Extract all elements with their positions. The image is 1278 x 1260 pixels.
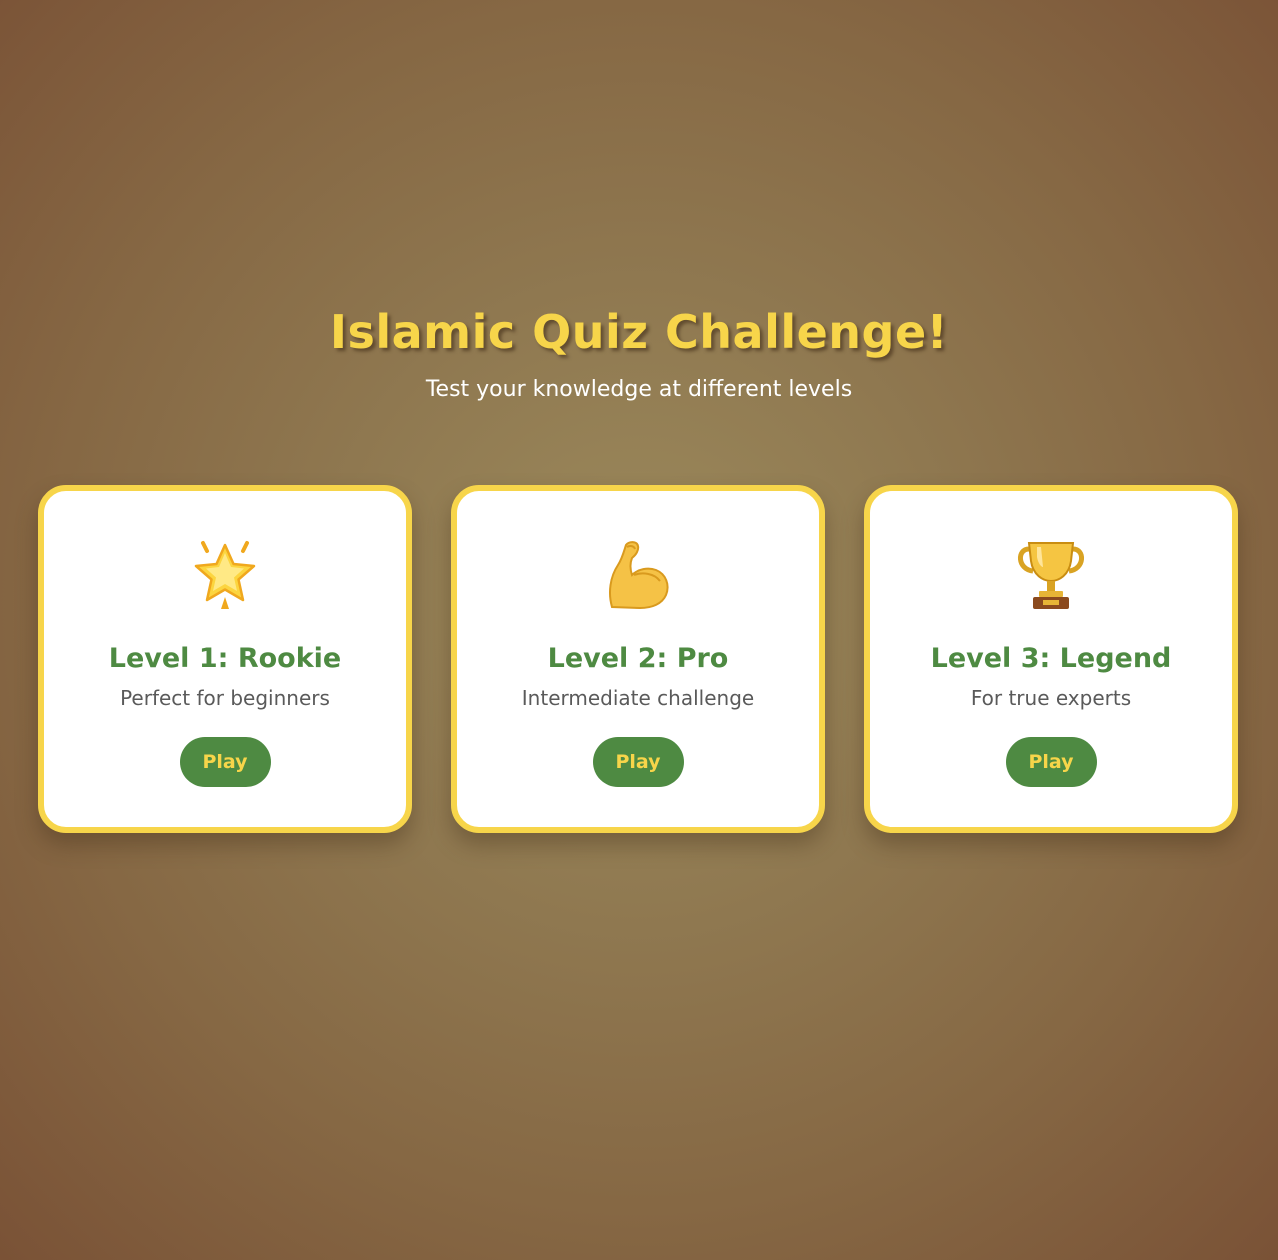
page-header: Islamic Quiz Challenge! Test your knowle… xyxy=(0,300,1278,406)
level-card-rookie: Level 1: Rookie Perfect for beginners Pl… xyxy=(38,485,412,833)
level-cards: Level 1: Rookie Perfect for beginners Pl… xyxy=(38,485,1240,833)
glowing-star-icon xyxy=(187,537,263,613)
level-title: Level 1: Rookie xyxy=(108,643,342,674)
trophy-icon xyxy=(1013,537,1089,613)
page-title: Islamic Quiz Challenge! xyxy=(329,305,949,359)
flexed-bicep-icon xyxy=(600,537,676,613)
level-description: For true experts xyxy=(970,686,1132,710)
play-button-rookie[interactable]: Play xyxy=(179,737,271,787)
page-subtitle: Test your knowledge at different levels xyxy=(425,377,853,402)
level-description: Perfect for beginners xyxy=(120,686,330,710)
level-card-legend: Level 3: Legend For true experts Play xyxy=(864,485,1238,833)
level-title: Level 2: Pro xyxy=(547,643,729,674)
level-title: Level 3: Legend xyxy=(930,643,1172,674)
play-button-pro[interactable]: Play xyxy=(592,737,684,787)
level-description: Intermediate challenge xyxy=(521,686,755,710)
level-card-pro: Level 2: Pro Intermediate challenge Play xyxy=(451,485,825,833)
play-button-legend[interactable]: Play xyxy=(1005,737,1097,787)
